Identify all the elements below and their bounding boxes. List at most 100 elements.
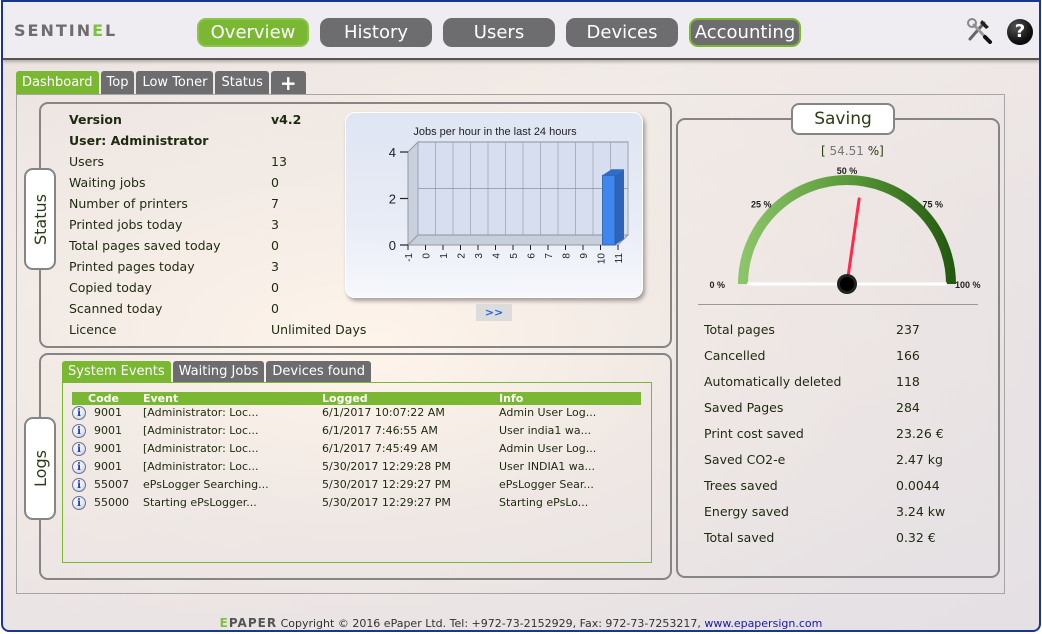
log-timestamp: 5/30/2017 12:29:28 PM	[322, 460, 451, 473]
chart-bar-side	[615, 169, 624, 245]
status-row: Total pages saved today 0	[69, 238, 369, 259]
saving-row: Automatically deleted 118	[704, 374, 964, 389]
saving-value: 237	[896, 322, 920, 337]
log-tabs: System Events Waiting Jobs Devices found	[62, 361, 371, 382]
website-link[interactable]: www.epapersign.com	[704, 617, 822, 630]
header-icons: ?	[965, 16, 1033, 47]
jobs-chart-svg: Jobs per hour in the last 24 hours 0 2 4 -1 0…	[389, 126, 630, 264]
tab-system-events[interactable]: System Events	[62, 361, 171, 382]
status-key: Licence	[69, 322, 117, 337]
info-icon: i	[72, 424, 86, 438]
status-value: 7	[271, 196, 279, 211]
nav-devices[interactable]: Devices	[566, 18, 678, 47]
saving-value: 2.47 kg	[896, 452, 943, 467]
tab-top[interactable]: Top	[100, 71, 135, 94]
chart-more-button[interactable]: >>	[476, 304, 512, 321]
saving-value: 284	[896, 400, 920, 415]
main-nav: Overview History Users Devices Accountin…	[197, 18, 801, 47]
status-value: 13	[271, 154, 287, 169]
info-icon: i	[72, 460, 86, 474]
saving-key: Trees saved	[704, 478, 778, 493]
saving-key: Total pages	[704, 322, 775, 337]
percent-bracket-open: [	[821, 144, 826, 158]
saving-row: Total saved 0.32 €	[704, 530, 964, 545]
help-icon[interactable]: ?	[1007, 18, 1033, 45]
logo-accent: E	[92, 21, 106, 40]
jobs-chart: Jobs per hour in the last 24 hours 0 2 4 -1 0…	[345, 112, 643, 298]
info-icon: i	[72, 442, 86, 456]
percent-value: 54.51	[829, 144, 864, 158]
log-code: 9001	[94, 442, 122, 455]
tab-waiting-jobs[interactable]: Waiting Jobs	[172, 361, 265, 382]
chart-left-wall	[407, 140, 419, 247]
log-row[interactable]: i 55000 Starting ePsLogger... 5/30/2017 12:…	[72, 496, 641, 514]
nav-accounting[interactable]: Accounting	[689, 18, 801, 47]
app-window: SENTINEL Overview History Users Devices …	[1, 0, 1041, 632]
log-timestamp: 6/1/2017 7:46:55 AM	[322, 424, 438, 437]
status-key: User: Administrator	[69, 133, 209, 148]
saving-key: Total saved	[704, 530, 775, 545]
log-code: 9001	[94, 406, 122, 419]
chart-xtick-label: -1	[404, 253, 415, 262]
header: SENTINEL Overview History Users Devices …	[3, 2, 1039, 60]
gauge-tick-label: 0 %	[709, 280, 725, 290]
log-row[interactable]: i 9001 [Administrator: Loc... 6/1/2017 7:46…	[72, 424, 641, 442]
brand-text: PAPER	[228, 616, 278, 630]
log-timestamp: 6/1/2017 10:07:22 AM	[322, 406, 445, 419]
log-event: ePsLogger Searching...	[143, 478, 269, 491]
nav-overview[interactable]: Overview	[197, 18, 309, 47]
saving-title: Saving	[791, 103, 895, 135]
chart-xtick-label: 0	[422, 253, 433, 259]
tab-dashboard[interactable]: Dashboard	[16, 71, 99, 94]
add-tab-button[interactable]: +	[270, 71, 306, 95]
status-row: Copied today 0	[69, 280, 369, 301]
status-row: Waiting jobs 0	[69, 175, 369, 196]
col-info[interactable]: Info	[499, 392, 523, 405]
status-value: 0	[271, 301, 279, 316]
log-code: 55000	[94, 496, 129, 509]
log-code: 9001	[94, 424, 122, 437]
chart-xtick-label: 2	[457, 253, 468, 259]
epaper-logo: EPAPER	[220, 616, 277, 630]
chart-xtick-label: 5	[509, 253, 520, 259]
status-row: Version v4.2	[69, 112, 369, 133]
log-timestamp: 5/30/2017 12:29:27 PM	[322, 496, 451, 509]
log-event: [Administrator: Loc...	[143, 424, 259, 437]
chart-title: Jobs per hour in the last 24 hours	[413, 126, 577, 138]
nav-users[interactable]: Users	[443, 18, 555, 47]
log-row[interactable]: i 55007 ePsLogger Searching... 5/30/2017 12…	[72, 478, 641, 496]
status-key: Printed jobs today	[69, 217, 183, 232]
status-row: Licence Unlimited Days	[69, 322, 369, 343]
logo-text-end: L	[105, 21, 118, 40]
tab-low-toner[interactable]: Low Toner	[136, 71, 214, 94]
log-info: Starting ePsLo...	[499, 496, 589, 509]
log-row[interactable]: i 9001 [Administrator: Loc... 6/1/2017 10:0…	[72, 406, 641, 424]
col-logged[interactable]: Logged	[322, 392, 368, 405]
status-section-label: Status	[24, 168, 56, 270]
nav-history[interactable]: History	[320, 18, 432, 47]
log-row[interactable]: i 9001 [Administrator: Loc... 6/1/2017 7:45…	[72, 442, 641, 460]
tab-devices-found[interactable]: Devices found	[266, 361, 371, 382]
saving-key: Energy saved	[704, 504, 789, 519]
status-row: User: Administrator	[69, 133, 369, 154]
saving-percent: [ 54.51 %]	[821, 144, 884, 158]
col-event[interactable]: Event	[143, 392, 178, 405]
chart-xtick-label: 1	[439, 253, 450, 259]
col-code[interactable]: Code	[88, 392, 119, 405]
saving-value: 3.24 kw	[896, 504, 946, 519]
chart-ytick-label: 4	[389, 145, 396, 160]
status-value: 0	[271, 175, 279, 190]
saving-key: Saved Pages	[704, 400, 784, 415]
saving-value: 0.32 €	[896, 530, 936, 545]
logs-section-label: Logs	[24, 417, 56, 520]
log-info: User INDIA1 wa...	[499, 460, 596, 473]
log-info: Admin User Log...	[499, 406, 597, 419]
status-key: Waiting jobs	[69, 175, 146, 190]
tab-status[interactable]: Status	[215, 71, 269, 94]
status-key: Users	[69, 154, 105, 169]
log-row[interactable]: i 9001 [Administrator: Loc... 5/30/2017 12:…	[72, 460, 641, 478]
saving-row: Saved CO2-e 2.47 kg	[704, 452, 964, 467]
tools-icon[interactable]	[965, 16, 993, 47]
chart-bar	[602, 174, 616, 246]
status-value: 3	[271, 217, 279, 232]
